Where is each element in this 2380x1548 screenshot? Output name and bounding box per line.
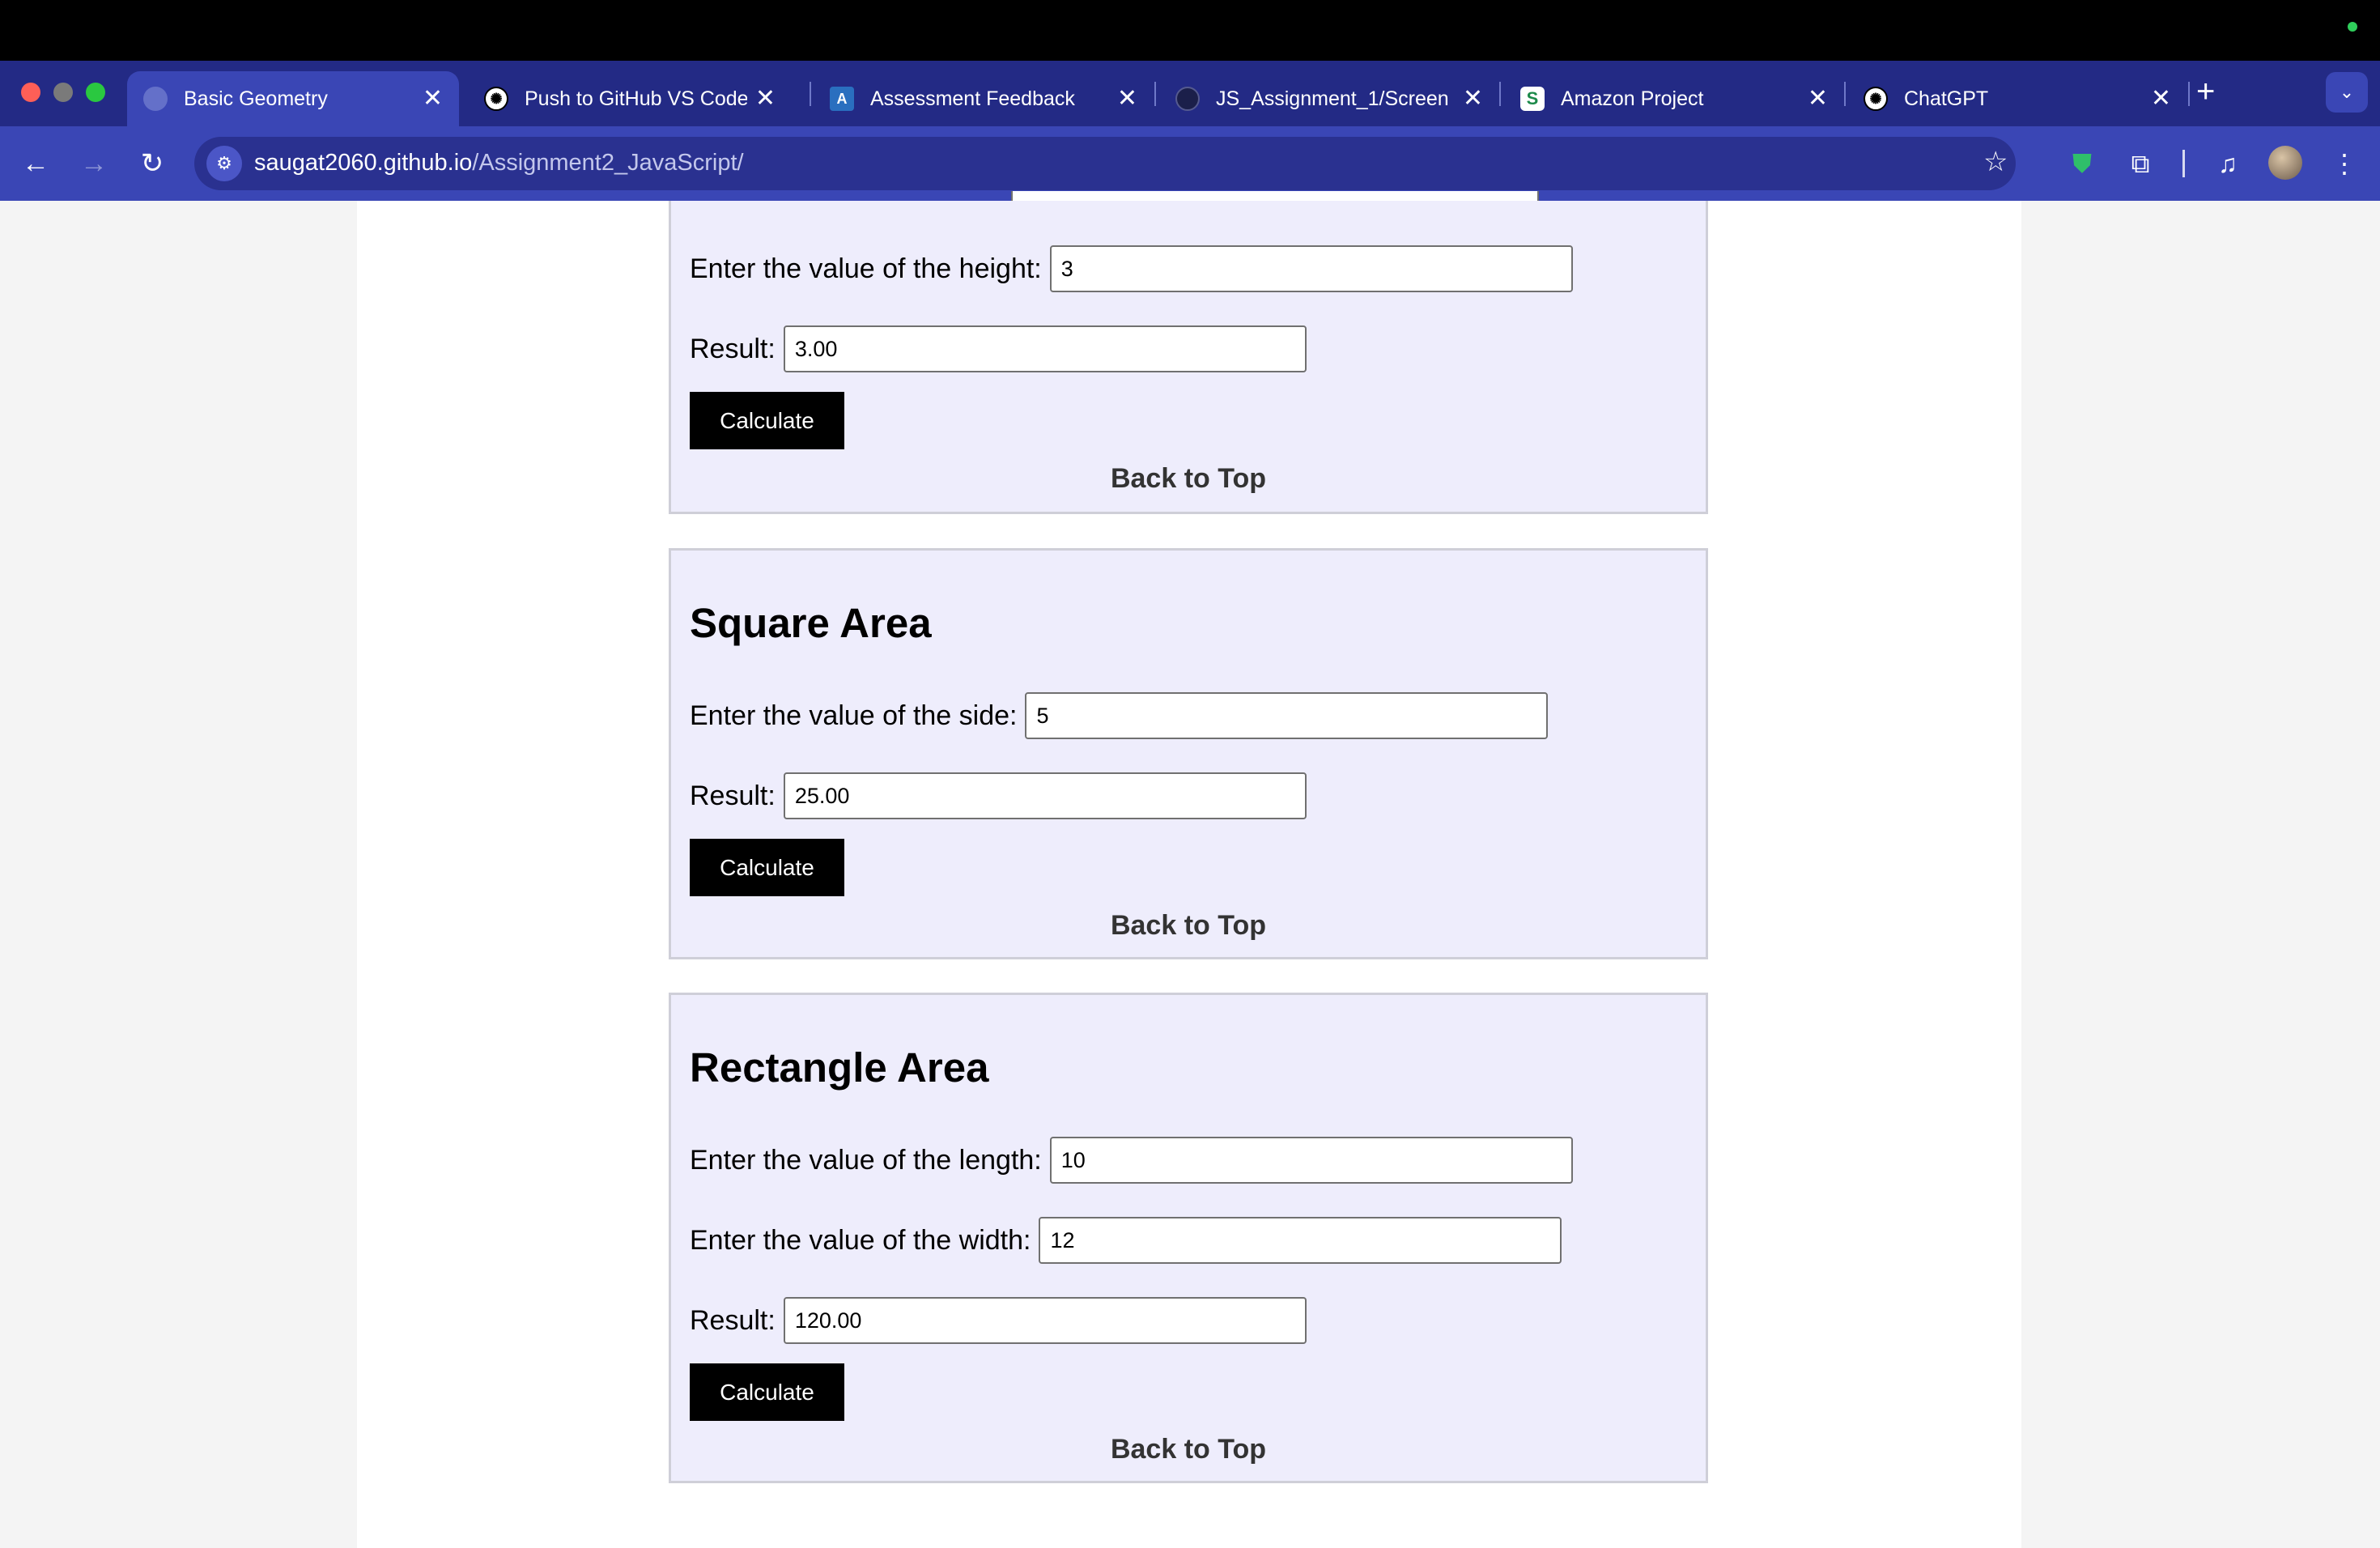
- back-to-top-link[interactable]: Back to Top: [671, 463, 1706, 495]
- close-tab-icon[interactable]: ✕: [1463, 87, 1483, 111]
- result-row: Result:: [690, 772, 1307, 819]
- toolbar-separator: [2182, 150, 2185, 177]
- close-tab-icon[interactable]: ✕: [755, 87, 776, 111]
- globe-icon: [143, 87, 168, 111]
- github-icon: [1175, 87, 1200, 111]
- close-tab-icon[interactable]: ✕: [1808, 87, 1828, 111]
- tab-label: Assessment Feedback: [870, 87, 1075, 110]
- side-label: Enter the value of the side:: [690, 700, 1018, 731]
- new-tab-button[interactable]: +: [2196, 75, 2215, 108]
- length-label: Enter the value of the length:: [690, 1144, 1042, 1176]
- triangle-area-section: Enter the value of the height: Result: C…: [669, 201, 1708, 514]
- length-row: Enter the value of the length:: [690, 1137, 1573, 1184]
- height-label: Enter the value of the height:: [690, 253, 1042, 284]
- result-row: Result:: [690, 1297, 1307, 1344]
- tab-basic-geometry[interactable]: Basic Geometry ✕: [127, 71, 459, 126]
- tab-label: Push to GitHub VS Code: [525, 87, 747, 110]
- chatgpt-icon: ✺: [484, 87, 508, 111]
- result-output[interactable]: [783, 1297, 1307, 1344]
- reload-icon[interactable]: ↻: [134, 146, 170, 181]
- tab-separator: [1499, 82, 1501, 106]
- tab-chatgpt[interactable]: ✺ ChatGPT ✕: [1847, 71, 2187, 126]
- url-text[interactable]: saugat2060.github.io/Assignment2_JavaScr…: [254, 150, 744, 176]
- tab-separator: [810, 82, 811, 106]
- height-row: Enter the value of the height:: [690, 245, 1573, 292]
- assessment-app-icon: A: [830, 87, 854, 111]
- tab-label: ChatGPT: [1904, 87, 1989, 110]
- close-tab-icon[interactable]: ✕: [423, 87, 443, 111]
- bookmark-star-icon[interactable]: ☆: [1983, 146, 2008, 178]
- result-label: Result:: [690, 333, 776, 364]
- tab-js-assignment[interactable]: JS_Assignment_1/Screen ✕: [1159, 71, 1499, 126]
- section-title: Square Area: [690, 600, 932, 646]
- result-output[interactable]: [783, 325, 1307, 372]
- back-to-top-link[interactable]: Back to Top: [671, 1434, 1706, 1465]
- close-tab-icon[interactable]: ✕: [2151, 87, 2171, 111]
- forward-icon[interactable]: →: [76, 146, 112, 181]
- calculate-button[interactable]: Calculate: [690, 392, 844, 449]
- side-row: Enter the value of the side:: [690, 692, 1549, 739]
- menu-icon[interactable]: ⋮: [2327, 146, 2362, 181]
- tab-label: JS_Assignment_1/Screen: [1216, 87, 1449, 110]
- tab-separator: [2188, 82, 2190, 106]
- status-indicator-icon: [2348, 22, 2357, 32]
- height-input[interactable]: [1049, 245, 1573, 292]
- side-input[interactable]: [1025, 692, 1549, 739]
- width-row: Enter the value of the width:: [690, 1217, 1562, 1264]
- back-to-top-link[interactable]: Back to Top: [671, 910, 1706, 942]
- close-tab-icon[interactable]: ✕: [1117, 87, 1137, 111]
- maximize-window-icon[interactable]: [86, 83, 105, 102]
- tab-separator: [1844, 82, 1846, 106]
- section-title: Rectangle Area: [690, 1044, 989, 1091]
- back-icon[interactable]: ←: [18, 146, 53, 181]
- chatgpt-icon: ✺: [1864, 87, 1888, 111]
- rectangle-area-section: Rectangle Area Enter the value of the le…: [669, 993, 1708, 1483]
- tab-search-button[interactable]: ⌄: [2326, 72, 2368, 113]
- calculate-button[interactable]: Calculate: [690, 1363, 844, 1421]
- result-label: Result:: [690, 780, 776, 811]
- site-info-icon[interactable]: ⚙: [206, 146, 242, 181]
- result-label: Result:: [690, 1304, 776, 1336]
- tab-label: Amazon Project: [1561, 87, 1704, 110]
- extensions-icon[interactable]: ⧉: [2123, 146, 2158, 181]
- url-path: /Assignment2_JavaScript/: [472, 150, 744, 176]
- tab-amazon-project[interactable]: S Amazon Project ✕: [1504, 71, 1844, 126]
- media-control-icon[interactable]: ♫: [2210, 146, 2246, 181]
- tab-label: Basic Geometry: [184, 87, 328, 110]
- tab-separator: [1154, 82, 1156, 106]
- url-host: saugat2060.github.io: [254, 150, 473, 176]
- profile-avatar[interactable]: [2268, 146, 2302, 180]
- os-top-bar: [0, 0, 2380, 61]
- shield-extension-icon[interactable]: ⛊: [2064, 146, 2100, 181]
- square-area-section: Square Area Enter the value of the side:…: [669, 548, 1708, 959]
- result-output[interactable]: [783, 772, 1307, 819]
- width-label: Enter the value of the width:: [690, 1224, 1031, 1256]
- minimize-window-icon[interactable]: [53, 83, 73, 102]
- close-window-icon[interactable]: [21, 83, 40, 102]
- tab-push-to-github[interactable]: ✺ Push to GitHub VS Code ✕: [468, 71, 792, 126]
- length-input[interactable]: [1049, 1137, 1573, 1184]
- calculate-button[interactable]: Calculate: [690, 839, 844, 896]
- result-row: Result:: [690, 325, 1307, 372]
- width-input[interactable]: [1039, 1217, 1562, 1264]
- amazon-project-icon: S: [1520, 87, 1545, 111]
- tab-assessment-feedback[interactable]: A Assessment Feedback ✕: [814, 71, 1154, 126]
